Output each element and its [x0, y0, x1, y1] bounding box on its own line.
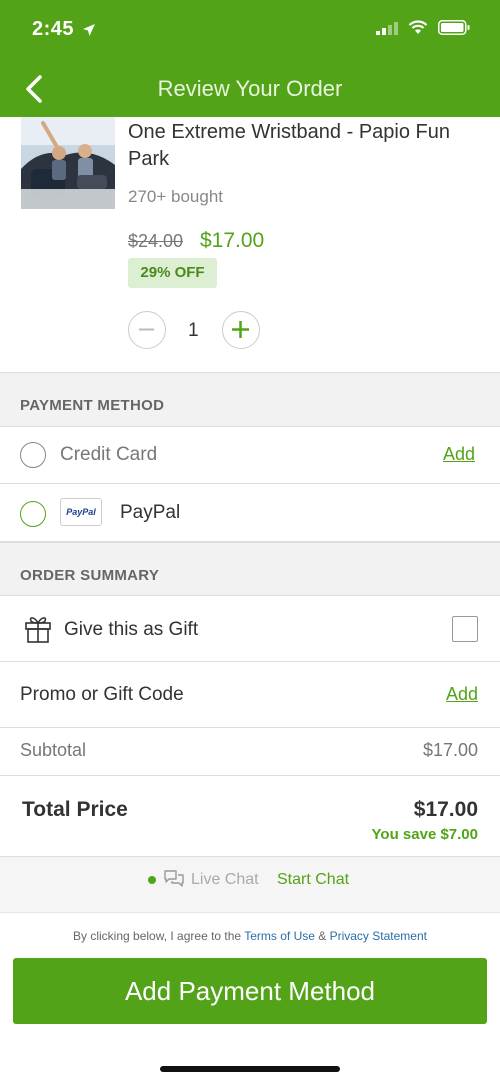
subtotal-row: Subtotal $17.00 [0, 728, 500, 776]
subtotal-label: Subtotal [20, 740, 87, 760]
add-promo-code-link[interactable]: Add [446, 684, 478, 705]
promo-code-row[interactable]: Promo or Gift Code Add [0, 662, 500, 728]
total-value: $17.00 [413, 798, 478, 821]
home-indicator [160, 1066, 340, 1072]
quantity-decrease-button[interactable] [128, 311, 166, 349]
nav-bar: Review Your Order [0, 60, 500, 117]
credit-card-label: Credit Card [60, 444, 158, 465]
status-bar: 2:45 [0, 0, 500, 60]
legal-amp: & [314, 929, 330, 943]
paypal-option[interactable]: PayPal PayPal [0, 484, 500, 542]
privacy-statement-link[interactable]: Privacy Statement [330, 929, 427, 943]
sale-price: $17.00 [200, 229, 265, 252]
credit-card-option[interactable]: Credit Card Add [0, 427, 500, 484]
paypal-label: PayPal [120, 502, 181, 523]
terms-of-use-link[interactable]: Terms of Use [244, 929, 315, 943]
gift-checkbox[interactable] [452, 616, 478, 642]
bought-count: 270+ bought [128, 187, 224, 206]
quantity-increase-button[interactable] [222, 311, 260, 349]
paypal-radio[interactable] [20, 501, 46, 527]
paypal-logo-text: PayPal [66, 507, 96, 517]
location-arrow-icon [83, 23, 96, 36]
status-time: 2:45 [32, 18, 96, 41]
battery-icon [438, 20, 470, 35]
original-price: $24.00 [128, 231, 184, 251]
start-chat-link[interactable]: Start Chat [277, 871, 349, 889]
gift-label: Give this as Gift [64, 619, 199, 640]
live-chat-label: Live Chat [191, 871, 259, 888]
total-row: Total Price $17.00 You save $7.00 [0, 776, 500, 857]
order-summary-heading: ORDER SUMMARY [20, 567, 160, 584]
status-icons [376, 20, 470, 35]
add-payment-method-button[interactable]: Add Payment Method [13, 958, 487, 1024]
legal-prefix: By clicking below, I agree to the [73, 929, 245, 943]
plus-icon [232, 321, 249, 338]
paypal-logo: PayPal [60, 498, 102, 526]
product-image[interactable] [21, 117, 115, 209]
total-label: Total Price [22, 798, 128, 821]
savings-text: You save $7.00 [371, 826, 478, 843]
minus-icon [139, 328, 154, 331]
payment-method-header: PAYMENT METHOD [0, 372, 500, 427]
chat-bubbles-icon [164, 870, 184, 887]
promo-code-label: Promo or Gift Code [20, 684, 184, 705]
add-payment-method-label: Add Payment Method [124, 976, 376, 1006]
product-card: One Extreme Wristband - Papio Fun Park 2… [0, 117, 500, 373]
gift-icon [25, 617, 51, 643]
order-summary-header: ORDER SUMMARY [0, 542, 500, 596]
online-dot [148, 876, 156, 884]
gift-row[interactable]: Give this as Gift [0, 596, 500, 662]
discount-badge: 29% OFF [128, 258, 217, 288]
live-chat-bar: Live Chat Start Chat [0, 857, 500, 913]
add-credit-card-link[interactable]: Add [443, 444, 475, 465]
wifi-icon [408, 20, 428, 34]
legal-text: By clicking below, I agree to the Terms … [0, 929, 500, 943]
page-title: Review Your Order [157, 76, 343, 101]
product-title: One Extreme Wristband - Papio Fun Park [128, 121, 450, 170]
payment-method-heading: PAYMENT METHOD [20, 397, 165, 414]
status-time-text: 2:45 [32, 18, 75, 40]
credit-card-radio[interactable] [20, 442, 46, 468]
subtotal-value: $17.00 [422, 740, 478, 760]
quantity-value: 1 [188, 320, 199, 341]
signal-icon [376, 21, 398, 35]
